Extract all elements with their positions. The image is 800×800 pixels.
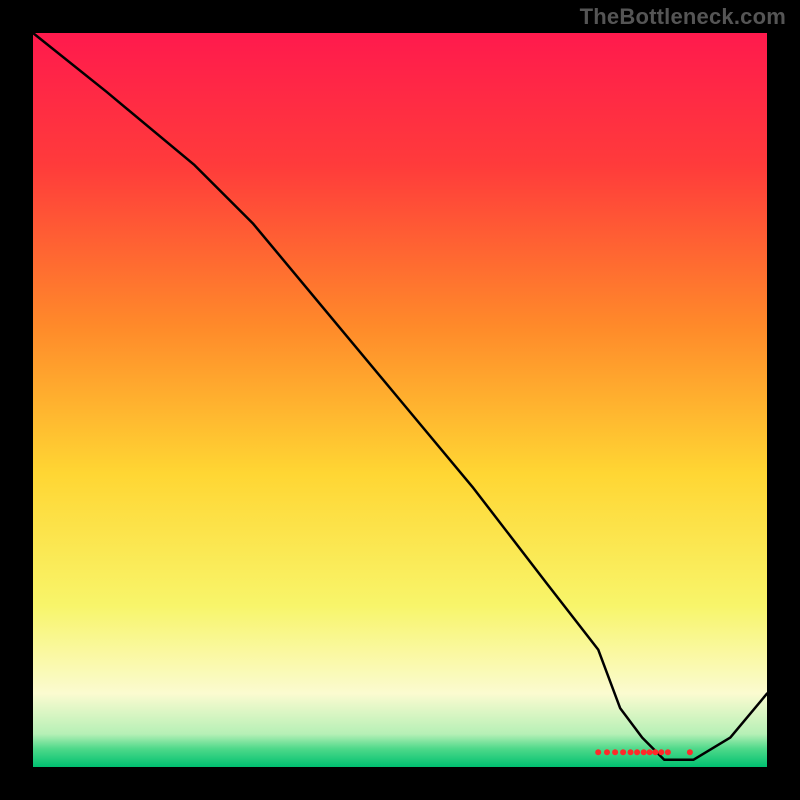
chart-stage: TheBottleneck.com — [0, 0, 800, 800]
marker-dot — [628, 749, 634, 755]
bottleneck-chart — [0, 0, 800, 800]
marker-dot — [604, 749, 610, 755]
marker-dot — [620, 749, 626, 755]
marker-dot — [665, 749, 671, 755]
marker-dot — [641, 749, 647, 755]
marker-dot — [634, 749, 640, 755]
marker-dot — [658, 749, 664, 755]
marker-dot — [612, 749, 618, 755]
marker-dot — [647, 749, 653, 755]
marker-dot — [595, 749, 601, 755]
marker-dot — [652, 749, 658, 755]
marker-dot — [687, 749, 693, 755]
